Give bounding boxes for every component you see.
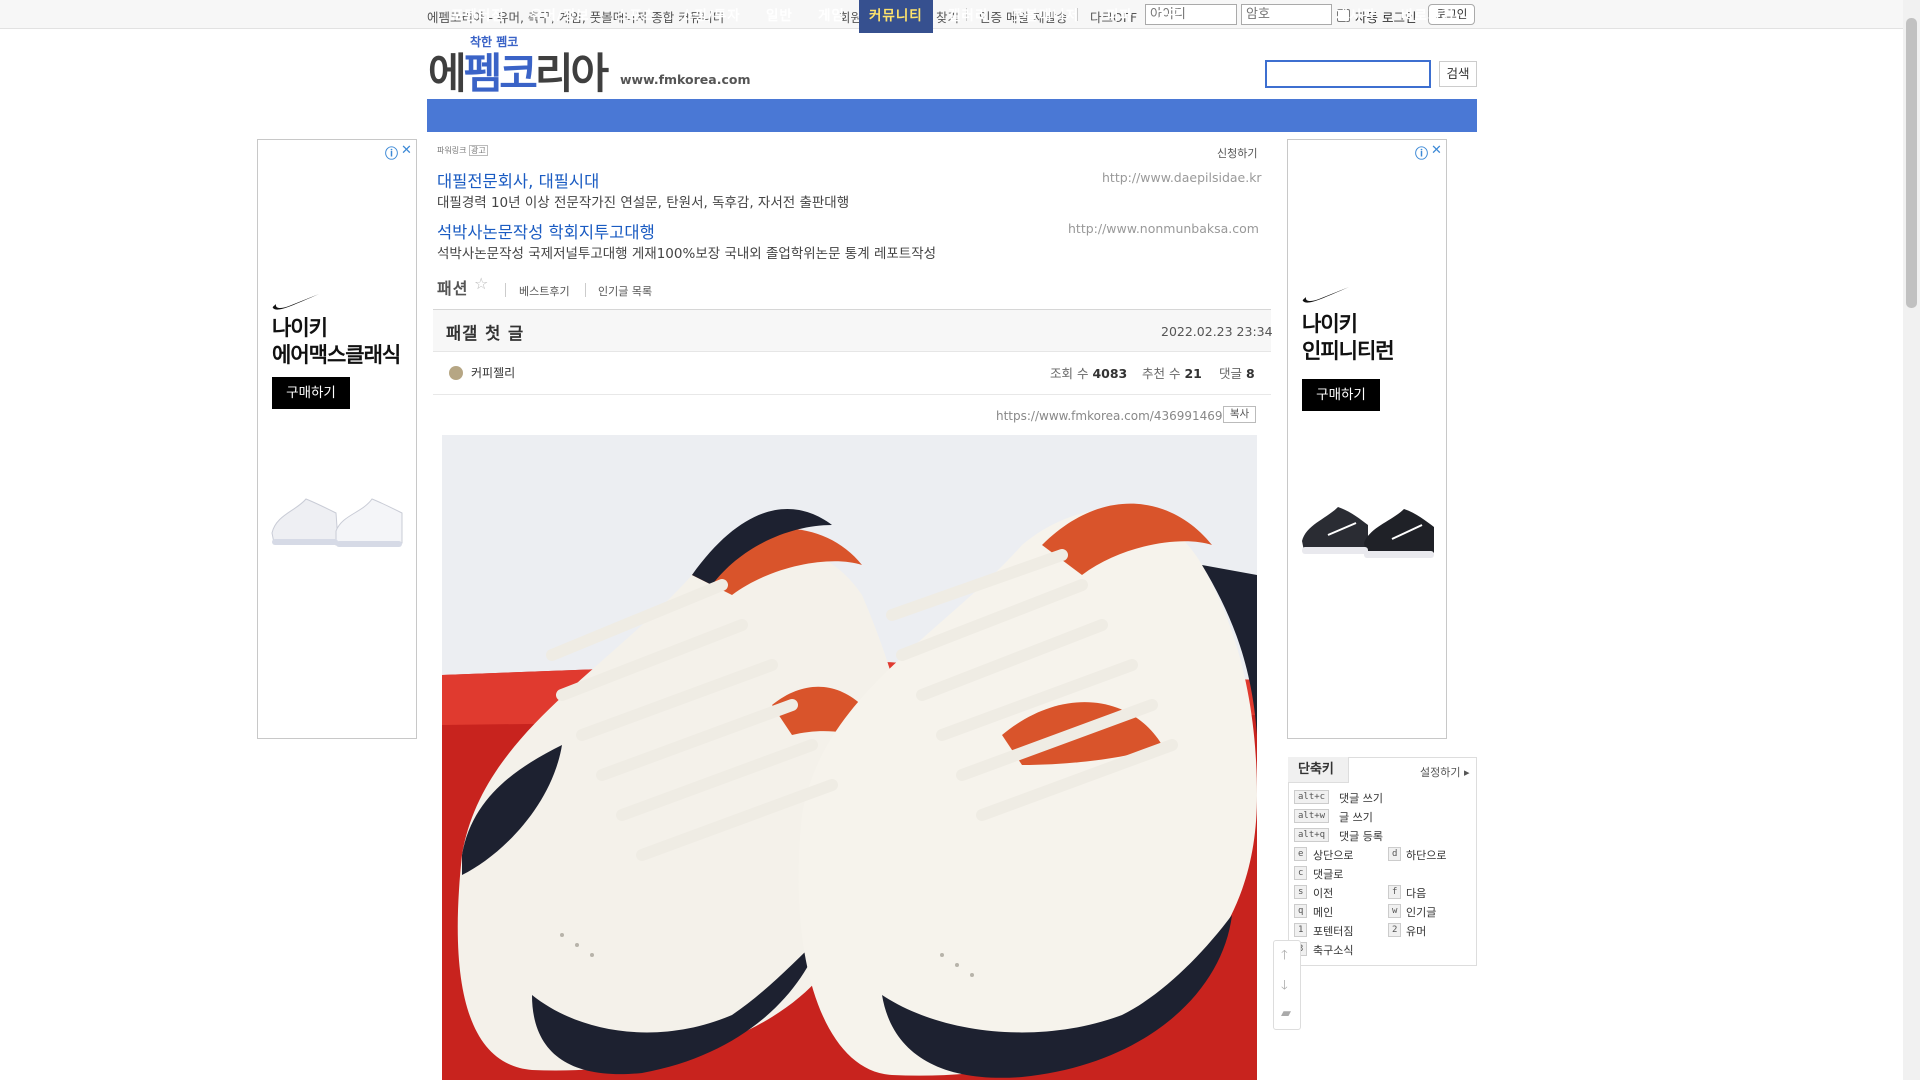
author-level-icon (449, 366, 463, 380)
shortcut-key: alt+q (1294, 828, 1330, 842)
scrollbar-thumb[interactable] (1906, 18, 1917, 308)
ad-product-name: 에어맥스클래식 (272, 343, 401, 367)
shortcut-label: 댓글로 (1313, 868, 1344, 881)
main-nav (427, 99, 1477, 132)
sneaker-image (1302, 507, 1434, 558)
shortcut-key: e (1294, 847, 1308, 861)
nav-item-general[interactable]: 일반 (766, 0, 793, 33)
shortcut-label: 댓글 등록 (1339, 830, 1383, 843)
nav-item-gallery[interactable]: 갤러리 (948, 0, 988, 33)
nav-item-sports[interactable]: 스포츠 (616, 0, 656, 33)
powerlink-ad-desc: 석박사논문작성 국제저널투고대행 게재100%보장 국내외 졸업학위논문 통계 … (437, 246, 937, 262)
shortcut-label: 글 쓰기 (1339, 811, 1373, 824)
shortcut-key: alt+c (1294, 790, 1330, 804)
divider (433, 394, 1271, 395)
arrow-down-icon[interactable]: 🡓 (1281, 976, 1288, 998)
post-date: 2022.02.23 23:34 (1161, 324, 1273, 339)
post-header (433, 309, 1271, 352)
nav-item-shopping[interactable]: 쇼핑/투자 (681, 0, 741, 33)
popular-posts-link[interactable]: 인기글 목록 (598, 283, 652, 299)
nav-item-football-manager[interactable]: 풋볼매니저 (1012, 0, 1079, 33)
shortcut-panel-title: 단축키 (1288, 757, 1349, 783)
shortcut-label: 유머 (1406, 925, 1427, 938)
shortcut-label: 하단으로 (1406, 849, 1447, 862)
shortcut-label: 축구소식 (1313, 944, 1354, 957)
sneaker-image (271, 498, 403, 547)
nav-item-games[interactable]: 게임 (818, 0, 845, 33)
ad-product-brand: 나이키 (1302, 312, 1358, 336)
powerlink-ad-url[interactable]: http://www.nonmunbaksa.com (1068, 221, 1259, 236)
ad-close-icon[interactable]: ✕ (1431, 143, 1442, 158)
post-image[interactable] (442, 435, 1257, 1080)
nav-item-community[interactable]: 커뮤니티 (859, 0, 933, 33)
divider (585, 283, 586, 297)
shortcut-label: 인기글 (1406, 906, 1437, 919)
powerlink-ad-title[interactable]: 대필전문회사, 대필시대 (437, 168, 599, 192)
ad-close-icon[interactable]: ✕ (401, 143, 412, 158)
best-reviews-link[interactable]: 베스트후기 (519, 283, 570, 299)
powerlink-ad-desc: 대필경력 10년 이상 전문작가진 연설문, 탄원서, 독후감, 자서전 출판대… (437, 195, 850, 211)
shortcut-label: 다음 (1406, 887, 1427, 900)
powerlink-request-link[interactable]: 신청하기 (1217, 145, 1257, 161)
nav-item-humor[interactable]: 유머/정보 (530, 0, 590, 33)
ad-buy-button[interactable]: 구매하기 (272, 377, 350, 409)
powerlink-ad-url[interactable]: http://www.daepilsidae.kr (1102, 170, 1262, 185)
ad-product-name: 인피니티런 (1302, 339, 1395, 363)
board-name[interactable]: 패션 (437, 275, 468, 299)
shortcut-key: 2 (1388, 923, 1402, 937)
post-author[interactable]: 커피젤리 (471, 364, 515, 381)
nike-logo-icon (1302, 287, 1349, 303)
vote-count: 추천 수 21 (1142, 366, 1202, 381)
comment-bubble-icon[interactable]: ▰ (1281, 1006, 1291, 1021)
shortcut-key: alt+w (1294, 809, 1330, 823)
nav-all-boards[interactable]: 전체 게시판 (1303, 0, 1376, 33)
ad-info-icon[interactable]: ⓘ (1415, 143, 1428, 162)
shortcut-key: s (1294, 885, 1308, 899)
site-domain: www.fmkorea.com (620, 72, 751, 87)
shortcut-label: 이전 (1313, 887, 1334, 900)
ad-product-brand: 나이키 (272, 316, 328, 340)
shortcut-key: f (1388, 885, 1402, 899)
shortcut-label: 상단으로 (1313, 849, 1354, 862)
post-url: https://www.fmkorea.com/4369914695 (996, 409, 1231, 423)
copy-url-button[interactable]: 복사 (1223, 406, 1256, 423)
site-logo[interactable]: 에펨코리아 (428, 40, 609, 101)
shortcut-settings-link[interactable]: 설정하기 ▸ (1420, 764, 1470, 780)
ad-buy-button[interactable]: 구매하기 (1302, 379, 1380, 411)
shortcut-label: 댓글 쓰기 (1339, 792, 1383, 805)
nav-item-fifa[interactable]: 피파 (1106, 0, 1133, 33)
ad-info-icon[interactable]: ⓘ (385, 143, 398, 162)
shortcut-label: 포텐터짐 (1313, 925, 1354, 938)
powerlink-ad-title[interactable]: 석박사논문작성 학회지투고대행 (437, 219, 655, 243)
shortcut-key: q (1294, 904, 1308, 918)
shortcut-key: 1 (1294, 923, 1308, 937)
powerlink-label: 파워링크 광고 (437, 145, 488, 156)
nike-logo-icon (272, 294, 319, 310)
post-title: 패갤 첫 글 (446, 324, 525, 343)
nav-item-2gun[interactable]: 2군 (1157, 0, 1181, 33)
search-button[interactable]: 검색 (1439, 61, 1477, 87)
nav-shortcuts[interactable]: 바로가기 (1401, 0, 1455, 33)
comment-count: 댓글 8 (1219, 366, 1255, 381)
view-count: 조회 수 4083 (1050, 366, 1128, 381)
shortcut-key: d (1388, 847, 1402, 861)
shortcut-key: w (1388, 904, 1402, 918)
favorite-star-icon[interactable]: ☆ (474, 274, 488, 293)
nav-item-potenteojim[interactable]: 포텐터짐 (451, 0, 505, 33)
search-input[interactable] (1265, 60, 1431, 88)
divider (505, 283, 506, 297)
arrow-up-icon[interactable]: 🡑 (1281, 946, 1288, 968)
shortcut-key: c (1294, 866, 1308, 880)
right-ad-banner[interactable]: ⓘ ✕ 나이키 인피니티런 구매하기 (1287, 139, 1447, 739)
left-ad-banner[interactable]: ⓘ ✕ 나이키 에어맥스클래식 구매하기 (257, 139, 417, 739)
shortcut-label: 메인 (1313, 906, 1334, 919)
